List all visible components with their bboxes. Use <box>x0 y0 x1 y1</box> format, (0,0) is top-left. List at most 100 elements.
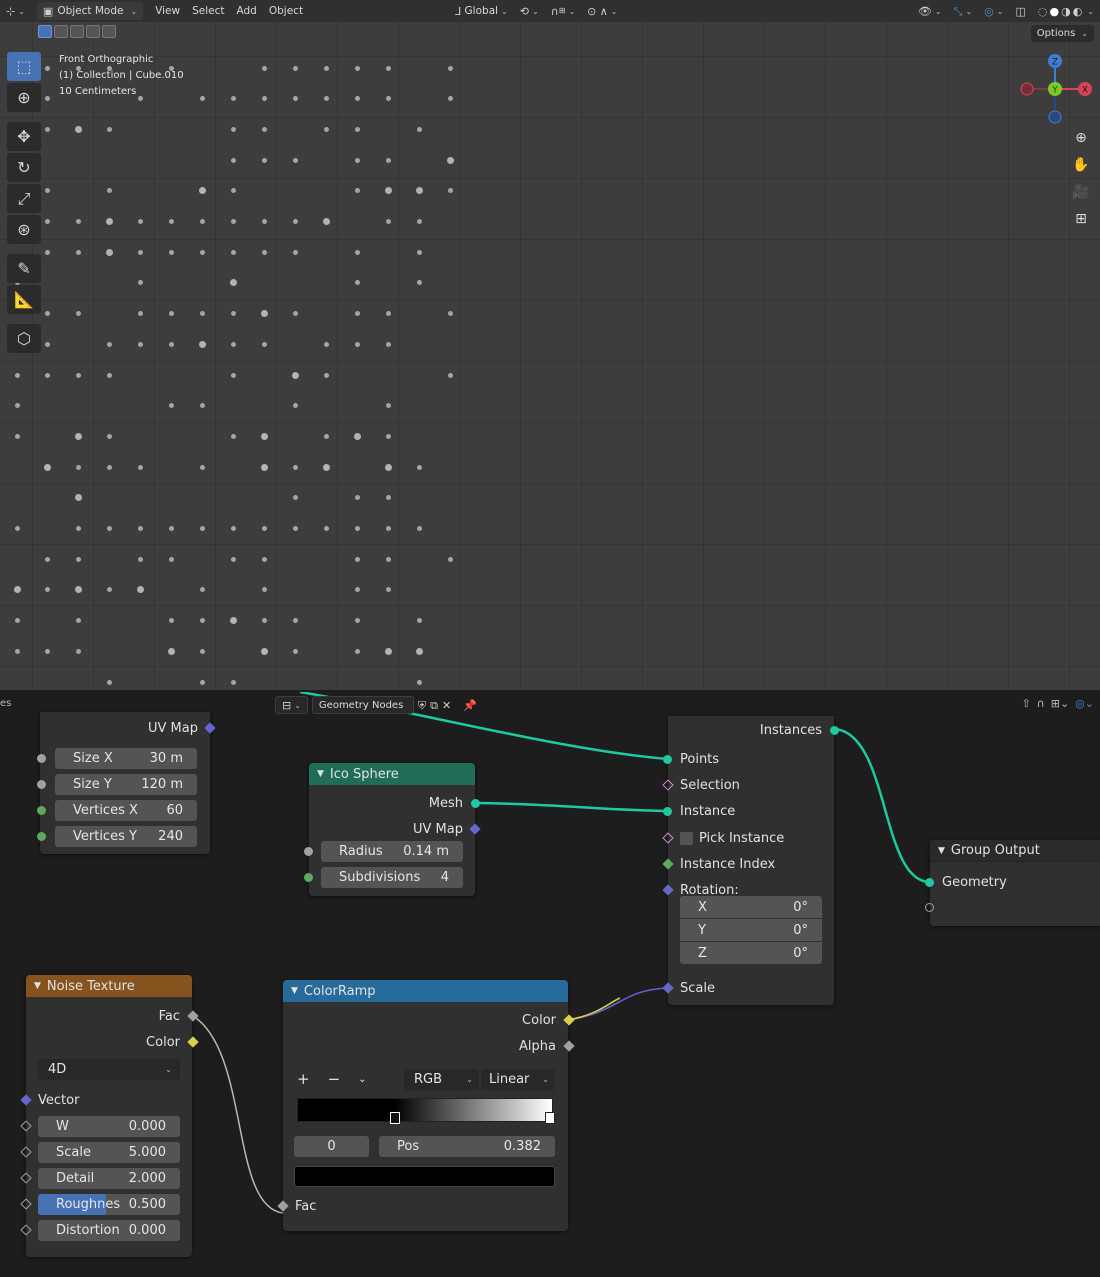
transform-tool[interactable]: ⊛ <box>7 215 41 244</box>
dimensions-dropdown[interactable]: 4D ⌄ <box>38 1059 180 1080</box>
gizmo-neg-x-axis[interactable] <box>1020 82 1034 96</box>
ico-subdivisions-socket[interactable] <box>304 873 313 882</box>
ramp-menu-chevron-icon[interactable]: ⌄ <box>358 1074 366 1085</box>
rotation-y-field[interactable]: Y 0° <box>680 919 822 941</box>
solid-shading-icon[interactable]: ● <box>1049 6 1059 17</box>
detail-socket[interactable] <box>20 1172 32 1184</box>
chevron-down-icon[interactable]: ▼ <box>317 769 324 779</box>
wireframe-shading-icon[interactable]: ◌ <box>1038 6 1048 17</box>
mode-selector[interactable]: ▣ Object Mode ⌄ <box>31 0 149 22</box>
annotate-tool[interactable]: ✎ <box>7 254 41 283</box>
node-tree-selector[interactable]: ⊟ ⌄ Geometry Nodes ⛨ ⧉ ✕ 📌 <box>275 696 477 714</box>
stop-color-swatch[interactable] <box>294 1166 555 1187</box>
noise-texture-node[interactable]: ▼ Noise Texture Fac Color 4D ⌄ Vector W 0.0… <box>20 975 199 1257</box>
w-socket[interactable] <box>20 1120 32 1132</box>
color-ramp-node[interactable]: ▼ ColorRamp Color Alpha + − ⌄ RGB ⌄ Linear… <box>277 980 575 1231</box>
snap-icon[interactable]: ∩ <box>1037 697 1045 710</box>
material-shading-icon[interactable]: ◑ <box>1061 6 1071 17</box>
noise-roughness-field[interactable]: Roughnes 0.500 <box>38 1194 180 1215</box>
proportional-edit-toggle[interactable]: ⊙ ∧ ⌄ <box>581 0 623 22</box>
selection-socket[interactable] <box>662 779 674 791</box>
grid-vertices-x-socket[interactable] <box>37 806 46 815</box>
noise-distortion-field[interactable]: Distortion 0.000 <box>38 1220 180 1241</box>
transform-orientation-selector[interactable]: ⅃ Global ⌄ <box>449 0 514 22</box>
navigation-gizmo[interactable]: Z X Y <box>1014 52 1098 128</box>
move-tool[interactable]: ✥ <box>7 122 41 151</box>
gizmo-neg-z-axis[interactable] <box>1048 110 1062 124</box>
empty-input-socket[interactable] <box>925 903 934 912</box>
grid-size-y-socket[interactable] <box>37 780 46 789</box>
chevron-down-icon[interactable]: ▼ <box>938 846 945 856</box>
noise-scale-field[interactable]: Scale 5.000 <box>38 1142 180 1163</box>
scale-input-socket[interactable] <box>20 1146 32 1158</box>
scale-tool[interactable]: ⤢ <box>7 184 41 213</box>
instance-socket[interactable] <box>663 807 672 816</box>
noise-fac-socket[interactable] <box>187 1010 199 1022</box>
pivot-selector[interactable]: ⟲ ⌄ <box>514 0 545 22</box>
tree-type-dropdown[interactable]: ⊟ ⌄ <box>275 696 308 714</box>
points-socket[interactable] <box>663 755 672 764</box>
grid-size-x-socket[interactable] <box>37 754 46 763</box>
remove-stop-button[interactable]: − <box>328 1070 341 1088</box>
ico-uvmap-socket[interactable] <box>469 823 481 835</box>
measure-tool[interactable]: 📐 <box>7 285 41 314</box>
select-intersect-icon[interactable] <box>102 25 116 38</box>
pan-button[interactable]: ✋ <box>1068 153 1094 176</box>
snap-element-icon[interactable]: ⊞⌄ <box>1051 697 1069 710</box>
editor-type-button[interactable]: ⊹ ⌄ <box>0 0 31 22</box>
parent-node-tree-icon[interactable]: ⇧ <box>1021 697 1030 710</box>
menu-add[interactable]: Add <box>231 0 263 22</box>
noise-texture-header[interactable]: ▼ Noise Texture <box>26 975 192 997</box>
menu-view[interactable]: View <box>149 0 186 22</box>
shading-modes[interactable]: ◌ ● ◑ ◐ ⌄ <box>1032 0 1100 22</box>
select-new-icon[interactable] <box>38 25 52 38</box>
ico-radius-field[interactable]: Radius 0.14 m <box>321 841 463 862</box>
color-ramp-gradient[interactable] <box>297 1098 553 1122</box>
add-stop-button[interactable]: + <box>297 1070 310 1088</box>
noise-w-field[interactable]: W 0.000 <box>38 1116 180 1137</box>
stop-position-field[interactable]: Pos 0.382 <box>379 1136 555 1157</box>
pick-instance-checkbox[interactable] <box>680 831 693 845</box>
interpolation-dropdown[interactable]: Linear ⌄ <box>481 1069 555 1090</box>
grid-vertices-x-field[interactable]: Vertices X 60 <box>55 800 197 821</box>
noise-detail-field[interactable]: Detail 2.000 <box>38 1168 180 1189</box>
ico-mesh-socket[interactable] <box>471 799 480 808</box>
snap-toggle[interactable]: ∩ ⊞ ⌄ <box>545 0 581 22</box>
instance-index-socket[interactable] <box>662 858 674 870</box>
pin-icon[interactable]: 📌 <box>463 700 477 711</box>
noise-color-socket[interactable] <box>187 1036 199 1048</box>
node-editor[interactable]: es ⊟ ⌄ Geometry Nodes ⛨ ⧉ ✕ 📌 ⇧ ∩ ⊞⌄ ◎⌄ U… <box>0 692 1100 1277</box>
ramp-alpha-socket[interactable] <box>563 1040 575 1052</box>
scale-socket[interactable] <box>662 982 674 994</box>
rotation-z-field[interactable]: Z 0° <box>680 942 822 964</box>
distortion-socket[interactable] <box>20 1224 32 1236</box>
grid-vertices-y-socket[interactable] <box>37 832 46 841</box>
fake-user-icon[interactable]: ⛨ <box>418 700 426 711</box>
ortho-toggle-button[interactable]: ⊞ <box>1068 207 1094 230</box>
ramp-stop-white[interactable] <box>545 1112 555 1124</box>
chevron-down-icon[interactable]: ▼ <box>34 981 41 991</box>
select-box-tool[interactable]: ⬚ <box>7 52 41 81</box>
duplicate-icon[interactable]: ⧉ <box>430 700 438 711</box>
color-ramp-header[interactable]: ▼ ColorRamp <box>283 980 568 1002</box>
visibility-selector[interactable]: 👁 ⌄ <box>912 0 948 22</box>
color-mode-dropdown[interactable]: RGB ⌄ <box>404 1069 479 1090</box>
grid-uvmap-socket[interactable] <box>204 722 216 734</box>
rendered-shading-icon[interactable]: ◐ <box>1073 6 1083 17</box>
ico-radius-socket[interactable] <box>304 847 313 856</box>
zoom-button[interactable]: ⊕ <box>1068 126 1094 149</box>
gizmo-toggle[interactable]: ⤡ ⌄ <box>948 0 979 22</box>
overlay-icon[interactable]: ◎⌄ <box>1075 697 1094 710</box>
ico-subdivisions-field[interactable]: Subdivisions 4 <box>321 867 463 888</box>
rotation-x-field[interactable]: X 0° <box>680 896 822 918</box>
roughness-socket[interactable] <box>20 1198 32 1210</box>
select-invert-icon[interactable] <box>86 25 100 38</box>
select-extend-icon[interactable] <box>54 25 68 38</box>
ramp-stop-black[interactable] <box>390 1112 400 1124</box>
ramp-fac-socket[interactable] <box>277 1200 289 1212</box>
xray-toggle[interactable]: ◫ <box>1009 0 1031 22</box>
instances-socket[interactable] <box>830 726 839 735</box>
group-output-node[interactable]: ▼ Group Output Geometry <box>925 840 1100 926</box>
cursor-tool[interactable]: ⊕ <box>7 83 41 112</box>
3d-viewport[interactable]: ⊹ ⌄ ▣ Object Mode ⌄ View Select Add Object … <box>0 0 1100 690</box>
